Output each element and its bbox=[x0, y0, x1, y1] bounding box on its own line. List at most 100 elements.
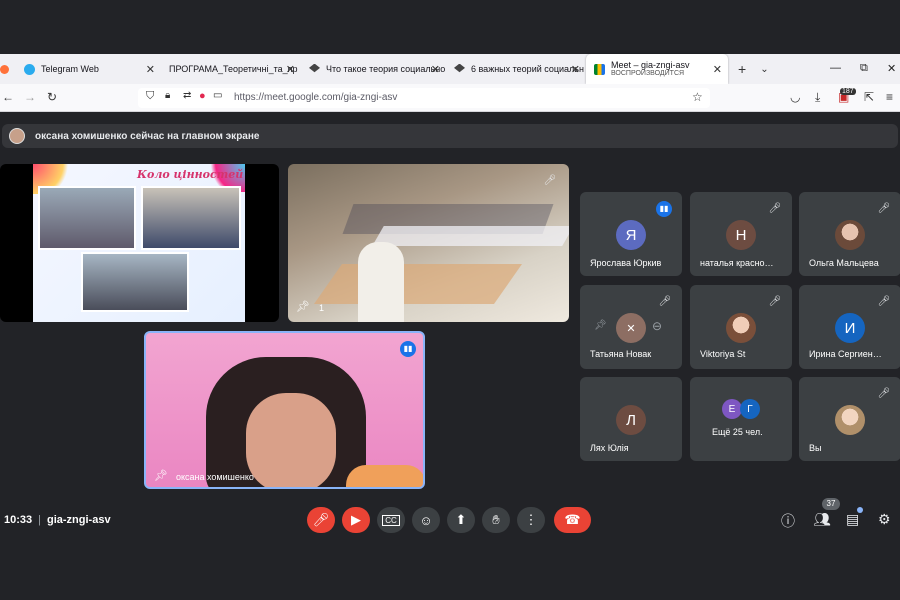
permissions-icon[interactable]: ⇄ bbox=[183, 90, 191, 101]
mic-off-icon: 🎤︎ bbox=[543, 175, 557, 186]
tab-playing-label: ВОСПРОИЗВОДИТСЯ bbox=[611, 70, 685, 77]
activities-icon[interactable]: ⚙ bbox=[878, 511, 891, 528]
present-button[interactable]: ⬆ bbox=[447, 507, 475, 533]
presenting-banner-text: оксана хомишенко сейчас на главном экран… bbox=[35, 131, 260, 142]
people-count-badge: 37 bbox=[822, 498, 840, 510]
participant-tile[interactable]: 🎤︎ Ольга Мальцева bbox=[799, 192, 900, 276]
graduation-cap-icon bbox=[309, 63, 320, 73]
pin-icon[interactable]: 📌︎ bbox=[154, 469, 168, 482]
camera-off-icon: ▶ bbox=[351, 512, 361, 527]
shield-icon[interactable]: ⛉ bbox=[146, 90, 154, 103]
leave-call-button[interactable]: ☎ bbox=[554, 507, 591, 533]
mic-off-icon: 🎤︎ bbox=[768, 203, 782, 214]
mic-toggle-button[interactable]: 🎤︎ bbox=[307, 507, 335, 533]
url-bar[interactable] bbox=[138, 88, 710, 108]
mic-off-icon: 🎤︎ bbox=[658, 296, 672, 307]
tab-telegram[interactable]: Telegram Web ✕ bbox=[16, 54, 161, 84]
hang-up-icon: ☎ bbox=[564, 512, 581, 527]
avatar: Е bbox=[722, 399, 742, 419]
participant-tile-self[interactable]: 🎤︎ Вы bbox=[799, 377, 900, 461]
participant-name: Вы bbox=[809, 443, 822, 453]
graduation-cap-icon bbox=[454, 63, 465, 73]
presentation-tile[interactable]: Коло цінностей bbox=[0, 164, 279, 322]
chat-notification-dot bbox=[857, 507, 863, 513]
avatar bbox=[726, 313, 756, 343]
tab-label: Что такое теория социально bbox=[326, 64, 446, 74]
slide-photo bbox=[38, 186, 136, 250]
minimize-icon[interactable]: — bbox=[830, 62, 841, 74]
participant-name: наталья красно… bbox=[700, 258, 774, 268]
participant-tile[interactable]: Н 🎤︎ наталья красно… bbox=[690, 192, 792, 276]
lock-icon[interactable]: 🔒︎ bbox=[165, 90, 170, 101]
close-icon[interactable]: ✕ bbox=[431, 63, 440, 76]
bookmark-star-icon[interactable]: ☆ bbox=[692, 90, 703, 104]
reload-icon[interactable]: ↻ bbox=[47, 90, 57, 104]
presentation-slide: Коло цінностей bbox=[33, 164, 245, 322]
people-icon[interactable]: 👥︎ bbox=[813, 511, 831, 528]
share-icon[interactable]: ⇱ bbox=[864, 90, 874, 104]
tab-label: ПРОГРАМА_Теоретичні_та_пр bbox=[169, 64, 298, 74]
avatar: Н bbox=[726, 220, 756, 250]
camera-toggle-button[interactable]: ▶ bbox=[342, 507, 370, 533]
slide-title: Коло цінностей bbox=[137, 168, 244, 181]
forward-icon[interactable]: → bbox=[24, 90, 36, 104]
avatar: Л bbox=[616, 405, 646, 435]
new-tab-icon[interactable]: + bbox=[738, 61, 746, 77]
window-close-icon[interactable]: ✕ bbox=[887, 62, 896, 75]
mic-off-icon: 🎤︎ bbox=[768, 296, 782, 307]
tab-label: 6 важных теорий социальн bbox=[471, 64, 584, 74]
microphone-active-icon[interactable]: ● bbox=[199, 90, 206, 102]
active-speaker-tile[interactable]: ▮▮ 📌︎ оксана хомишенко bbox=[144, 331, 425, 489]
remove-icon[interactable]: ⊖ bbox=[652, 319, 662, 333]
close-icon[interactable]: ✕ bbox=[713, 63, 722, 76]
tab-label: Telegram Web bbox=[41, 64, 99, 74]
info-icon[interactable]: ⓘ bbox=[781, 511, 795, 531]
pin-icon[interactable]: 📌︎ bbox=[296, 300, 310, 313]
participant-tile[interactable]: Л Лях Юлія bbox=[580, 377, 682, 461]
pocket-icon[interactable]: ◡ bbox=[790, 90, 800, 104]
close-icon[interactable]: ✕ bbox=[286, 63, 295, 76]
download-icon[interactable]: ⤓ bbox=[815, 90, 820, 105]
participant-name: Viktoriya St bbox=[700, 349, 746, 359]
extension-badge: 187 bbox=[840, 88, 856, 95]
maximize-icon[interactable]: ⧉ bbox=[860, 62, 868, 75]
emoji-icon: ☺ bbox=[419, 512, 433, 528]
tab-programa[interactable]: ПРОГРАМА_Теоретичні_та_пр ✕ bbox=[161, 54, 301, 84]
pin-icon[interactable]: 📌︎ bbox=[594, 320, 607, 331]
avatar bbox=[9, 128, 25, 144]
more-options-button[interactable]: ⋮ bbox=[517, 507, 545, 533]
raise-hand-button[interactable]: ✋︎ bbox=[482, 507, 510, 533]
participant-tile[interactable]: 📌︎ ✕ ⊖ 🎤︎ Татьяна Новак bbox=[580, 285, 682, 369]
back-icon[interactable]: ← bbox=[2, 90, 14, 104]
mic-off-icon: 🎤︎ bbox=[877, 203, 891, 214]
reactions-button[interactable]: ☺ bbox=[412, 507, 440, 533]
participant-name: Ирина Сергиен… bbox=[809, 349, 882, 359]
speaking-indicator-icon: ▮▮ bbox=[656, 201, 672, 217]
mic-off-icon: 🎤︎ bbox=[877, 388, 891, 399]
classroom-camera-tile[interactable]: 🎤︎ 📌︎ 1 bbox=[288, 164, 569, 322]
meeting-code[interactable]: gia-zngi-asv bbox=[47, 514, 111, 526]
tab-six-theories[interactable]: 6 важных теорий социальн ✕ bbox=[446, 54, 586, 84]
hand-icon: ✋︎ bbox=[492, 512, 500, 527]
tab-meet[interactable]: Meet – gia-zngi-asv ВОСПРОИЗВОДИТСЯ ✕ bbox=[586, 54, 728, 84]
tab-label-group: Meet – gia-zngi-asv ВОСПРОИЗВОДИТСЯ bbox=[611, 60, 690, 78]
speaker-face bbox=[246, 393, 336, 487]
close-icon[interactable]: ✕ bbox=[571, 63, 580, 76]
participant-name: Ольга Мальцева bbox=[809, 258, 879, 268]
chevron-down-icon[interactable]: ⌄ bbox=[760, 64, 768, 75]
separator: | bbox=[38, 514, 41, 526]
participant-tile[interactable]: 🎤︎ Viktoriya St bbox=[690, 285, 792, 369]
participant-tile[interactable]: И 🎤︎ Ирина Сергиен… bbox=[799, 285, 900, 369]
camera-icon[interactable]: ▭ bbox=[213, 90, 222, 101]
participant-tile-overflow[interactable]: Е Г Ещё 25 чел. bbox=[690, 377, 792, 461]
participant-tile[interactable]: Я ▮▮ Ярослава Юркив bbox=[580, 192, 682, 276]
menu-icon[interactable]: ≡ bbox=[886, 90, 893, 104]
captions-button[interactable]: CC bbox=[377, 507, 405, 533]
close-icon[interactable]: ✕ bbox=[146, 63, 155, 76]
avatar bbox=[835, 405, 865, 435]
tab-theory-social[interactable]: Что такое теория социально ✕ bbox=[301, 54, 446, 84]
participant-name: Ярослава Юркив bbox=[590, 258, 662, 268]
chat-icon[interactable]: ▤ bbox=[846, 511, 859, 528]
url-text[interactable]: https://meet.google.com/gia-zngi-asv bbox=[234, 92, 397, 103]
present-screen-icon: ⬆ bbox=[455, 512, 467, 527]
